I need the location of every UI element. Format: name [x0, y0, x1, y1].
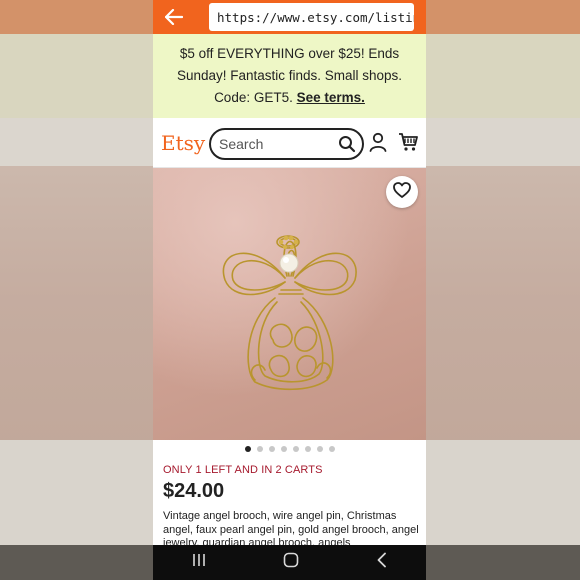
see-terms-link[interactable]: See terms. — [297, 90, 365, 105]
etsy-logo[interactable]: Etsy — [161, 131, 205, 155]
search-box[interactable] — [209, 128, 364, 160]
cart-icon[interactable] — [398, 132, 418, 157]
browser-url-bar: https://www.etsy.com/listing/ — [153, 0, 426, 34]
android-nav-bar — [153, 545, 426, 580]
favorite-button[interactable] — [386, 176, 418, 208]
back-icon[interactable] — [376, 552, 388, 573]
carousel-dot[interactable] — [256, 446, 263, 452]
recents-icon[interactable] — [191, 553, 207, 572]
carousel-dot[interactable] — [244, 446, 251, 452]
carousel-dot[interactable] — [328, 446, 335, 452]
search-input[interactable] — [219, 135, 334, 153]
phone-screen: https://www.etsy.com/listing/ $5 off EVE… — [153, 0, 426, 580]
site-header: Etsy — [153, 118, 426, 168]
carousel-dot[interactable] — [304, 446, 311, 452]
search-icon[interactable] — [338, 135, 356, 158]
image-carousel-dots — [153, 446, 426, 456]
promo-text: $5 off EVERYTHING over $25! Ends Sunday!… — [176, 46, 403, 105]
url-field[interactable]: https://www.etsy.com/listing/ — [209, 3, 414, 31]
stock-note: ONLY 1 LEFT AND IN 2 CARTS — [163, 464, 323, 476]
promo-banner: $5 off EVERYTHING over $25! Ends Sunday!… — [153, 34, 426, 118]
carousel-dot[interactable] — [268, 446, 275, 452]
back-arrow-icon[interactable] — [153, 0, 195, 34]
heart-icon — [393, 181, 411, 203]
carousel-dot[interactable] — [280, 446, 287, 452]
account-icon[interactable] — [369, 132, 387, 157]
carousel-dot[interactable] — [292, 446, 299, 452]
angel-brooch-photo — [222, 235, 357, 391]
price: $24.00 — [163, 480, 225, 502]
home-icon[interactable] — [283, 552, 299, 573]
carousel-dot[interactable] — [316, 446, 323, 452]
product-image[interactable] — [153, 168, 426, 440]
